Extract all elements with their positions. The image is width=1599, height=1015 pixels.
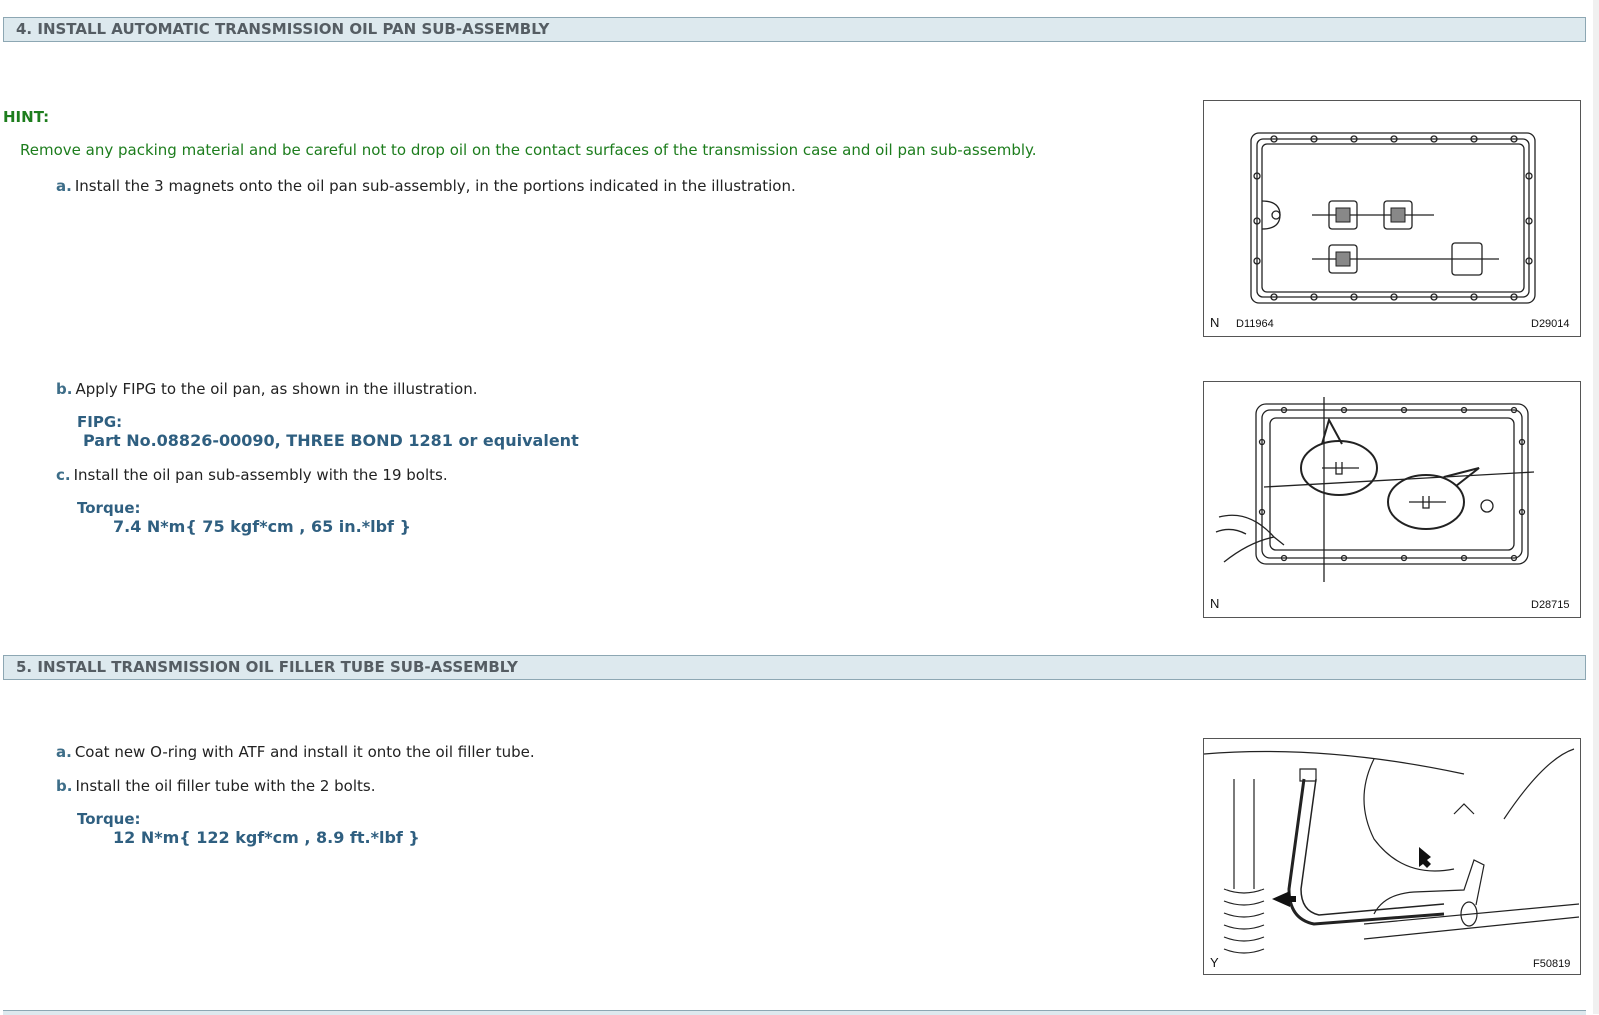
step-letter: b. — [56, 380, 73, 398]
step-text: Coat new O-ring with ATF and install it … — [74, 743, 535, 761]
figure-code: D28715 — [1531, 599, 1570, 611]
fipg-value: Part No.08826-00090, THREE BOND 1281 or … — [83, 431, 579, 450]
step-text: Install the oil filler tube with the 2 b… — [75, 777, 376, 795]
fipg-label: FIPG: — [77, 413, 123, 431]
oil-pan-magnets-illustration: N D11964 D29014 — [1210, 132, 1570, 330]
step-text: Apply FIPG to the oil pan, as shown in t… — [75, 380, 478, 398]
magnet-3 — [1335, 251, 1351, 267]
next-section-header-edge — [3, 1010, 1586, 1015]
step-4b: b. Apply FIPG to the oil pan, as shown in… — [56, 380, 478, 398]
torque-label: Torque: — [77, 499, 141, 517]
step-text: Install the oil pan sub-assembly with th… — [73, 466, 448, 484]
figure-corner-label: Y — [1210, 955, 1219, 970]
step-4c: c. Install the oil pan sub-assembly with … — [56, 466, 448, 484]
step-5b: b. Install the oil filler tube with the 2… — [56, 777, 376, 795]
step-4a: a. Install the 3 magnets onto the oil pan… — [56, 177, 796, 195]
torque-label: Torque: — [77, 810, 141, 828]
figure-code: F50819 — [1533, 958, 1570, 970]
figure-code-left: D11964 — [1236, 318, 1274, 330]
figure-corner-label: N — [1210, 596, 1219, 611]
oil-filler-tube-illustration: Y F50819 — [1204, 748, 1580, 970]
figure-corner-label: N — [1210, 315, 1219, 330]
torque-value: 7.4 N*m{ 75 kgf*cm , 65 in.*lbf } — [113, 517, 411, 536]
torque-value: 12 N*m{ 122 kgf*cm , 8.9 ft.*lbf } — [113, 828, 420, 847]
figure-oil-filler-tube: Y F50819 — [1203, 738, 1581, 975]
figure-fipg-application: N D28715 — [1203, 381, 1581, 618]
arrow-indicator — [1419, 847, 1431, 868]
figure-oil-pan-magnets: N D11964 D29014 — [1203, 100, 1581, 337]
section-5-header: 5. INSTALL TRANSMISSION OIL FILLER TUBE … — [3, 655, 1586, 680]
vertical-scrollbar[interactable] — [1593, 0, 1599, 1014]
fipg-application-illustration: N D28715 — [1210, 397, 1570, 611]
step-text: Install the 3 magnets onto the oil pan s… — [74, 177, 796, 195]
step-letter: a. — [56, 743, 72, 761]
step-letter: c. — [56, 466, 71, 484]
step-letter: a. — [56, 177, 72, 195]
hint-label: HINT: — [3, 108, 50, 126]
step-letter: b. — [56, 777, 73, 795]
figure-code: D29014 — [1531, 318, 1570, 330]
section-4-header: 4. INSTALL AUTOMATIC TRANSMISSION OIL PA… — [3, 17, 1586, 42]
magnet-2 — [1390, 207, 1406, 223]
hint-text: Remove any packing material and be caref… — [20, 141, 1037, 159]
magnet-1 — [1335, 207, 1351, 223]
step-5a: a. Coat new O-ring with ATF and install i… — [56, 743, 535, 761]
